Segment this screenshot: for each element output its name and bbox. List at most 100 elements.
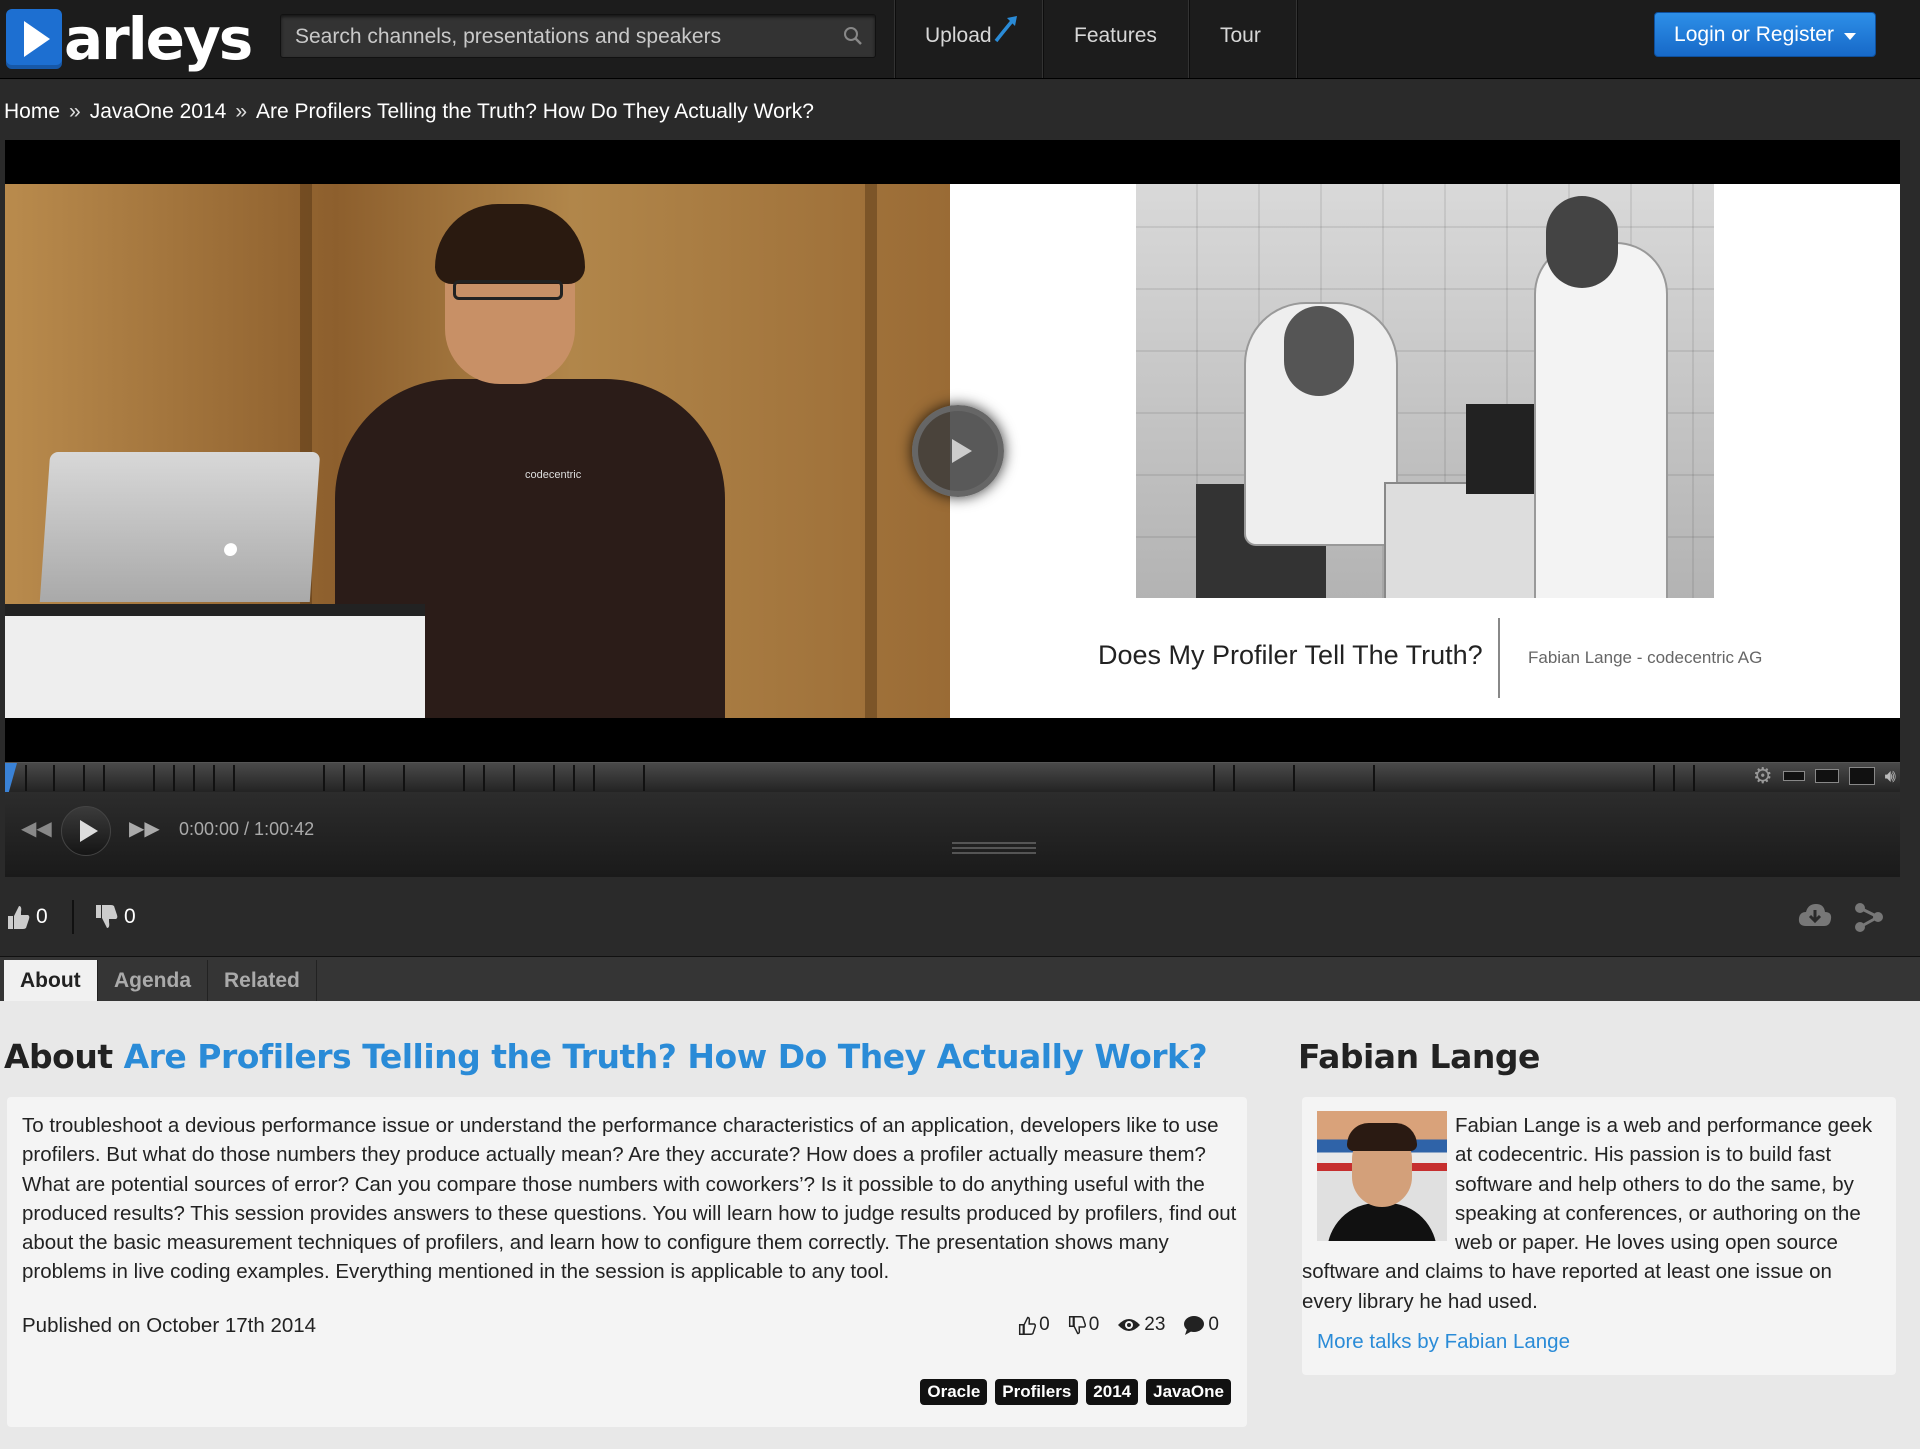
shirt-logo: codecentric (525, 469, 582, 481)
chapter-marker[interactable] (173, 765, 175, 791)
chapter-marker[interactable] (213, 765, 215, 791)
chapter-marker[interactable] (25, 765, 27, 791)
nav-upload[interactable]: Upload (925, 16, 1017, 48)
chapter-marker[interactable] (403, 765, 405, 791)
content-tabs: About Agenda Related (0, 956, 1920, 1002)
chapter-timeline[interactable]: ⚙ 🔊︎ (5, 762, 1900, 793)
more-talks-link[interactable]: More talks by Fabian Lange (1317, 1330, 1896, 1354)
chapter-marker[interactable] (573, 765, 575, 791)
chapter-marker[interactable] (53, 765, 55, 791)
vote-bar: 0 0 (0, 880, 1920, 956)
nav-features[interactable]: Features (1074, 24, 1157, 48)
chapter-marker[interactable] (1293, 765, 1295, 791)
about-heading: About Are Profilers Telling the Truth? H… (4, 1037, 1208, 1076)
chapter-marker[interactable] (1653, 765, 1655, 791)
stat-views: 23 (1117, 1314, 1165, 1336)
breadcrumb-home[interactable]: Home (4, 100, 60, 124)
parleys-logo[interactable]: arleys (6, 2, 253, 76)
stat-dislikes[interactable]: 0 (1068, 1314, 1100, 1336)
chapter-marker[interactable] (1673, 765, 1675, 791)
rewind-icon[interactable]: ◀◀ (21, 816, 52, 841)
chapter-marker[interactable] (83, 765, 85, 791)
search-icon[interactable] (843, 26, 863, 46)
speaker-panel: Fabian Lange is a web and performance ge… (1302, 1097, 1896, 1375)
laptop-image: ● (39, 452, 321, 602)
photo-seated-man-head (1284, 306, 1354, 396)
presentation-slide[interactable]: Does My Profiler Tell The Truth? Fabian … (950, 184, 1900, 718)
top-navigation-bar: arleys Upload Features Tour Login or Reg… (0, 0, 1920, 79)
search-input[interactable] (293, 15, 837, 59)
timeline-handle[interactable] (5, 763, 17, 793)
logo-text: arleys (64, 5, 253, 73)
chapter-marker[interactable] (553, 765, 555, 791)
podium-image (5, 604, 425, 718)
about-content: About Are Profilers Telling the Truth? H… (0, 1001, 1920, 1449)
tag-profilers[interactable]: Profilers (995, 1379, 1079, 1405)
chapter-marker[interactable] (643, 765, 645, 791)
breadcrumb: Home » JavaOne 2014 » Are Profilers Tell… (4, 100, 814, 124)
upload-arrow-icon (994, 16, 1017, 43)
chapter-marker[interactable] (593, 765, 595, 791)
layout-small-button[interactable] (1782, 771, 1805, 781)
speaker-avatar[interactable] (1317, 1111, 1447, 1241)
dislike-button[interactable]: 0 (94, 904, 136, 930)
layout-large-button[interactable] (1848, 767, 1875, 785)
login-register-button[interactable]: Login or Register (1654, 12, 1876, 57)
wall-panel (865, 184, 877, 718)
gear-icon[interactable]: ⚙ (1753, 765, 1773, 787)
chapter-marker[interactable] (1233, 765, 1235, 791)
chapter-marker[interactable] (513, 765, 515, 791)
big-play-button[interactable] (912, 405, 1004, 497)
chapter-marker[interactable] (1693, 765, 1695, 791)
player-tools: ⚙ 🔊︎ (1753, 765, 1896, 787)
chapter-marker[interactable] (233, 765, 235, 791)
fast-forward-icon[interactable]: ▶▶ (129, 816, 160, 841)
thumbs-up-icon (8, 906, 30, 929)
thumbs-down-outline-icon (1068, 1315, 1086, 1334)
chapter-marker[interactable] (323, 765, 325, 791)
eye-icon (1118, 1319, 1141, 1331)
presentation-description: To troubleshoot a devious performance is… (22, 1114, 1237, 1284)
stat-likes[interactable]: 0 (1018, 1314, 1050, 1336)
stat-likes-count: 0 (1039, 1314, 1050, 1335)
login-label: Login or Register (1674, 22, 1834, 46)
speaker-video[interactable]: codecentric ● (5, 184, 950, 718)
tag-javaone[interactable]: JavaOne (1146, 1379, 1231, 1405)
chapter-marker[interactable] (1213, 765, 1215, 791)
nav-tour[interactable]: Tour (1220, 24, 1261, 48)
stat-comments[interactable]: 0 (1183, 1314, 1219, 1336)
logo-play-icon (6, 9, 62, 69)
chapter-marker[interactable] (103, 765, 105, 791)
tag-2014[interactable]: 2014 (1086, 1379, 1139, 1405)
breadcrumb-separator: » (69, 100, 81, 123)
layout-medium-button[interactable] (1814, 769, 1839, 783)
share-tools (1798, 902, 1884, 932)
breadcrumb-javaone[interactable]: JavaOne 2014 (90, 100, 227, 124)
chapter-marker[interactable] (193, 765, 195, 791)
cloud-download-icon[interactable] (1798, 902, 1832, 928)
thumbs-down-icon (96, 905, 118, 928)
stat-dislikes-count: 0 (1088, 1314, 1100, 1335)
chapter-marker[interactable] (483, 765, 485, 791)
thumbs-up-outline-icon (1019, 1316, 1037, 1335)
resize-grip[interactable] (952, 842, 1036, 854)
play-button[interactable] (61, 806, 111, 856)
time-display: 0:00:00 / 1:00:42 (179, 819, 315, 839)
dislike-count: 0 (124, 905, 136, 928)
tab-about[interactable]: About (4, 960, 98, 1002)
tab-agenda[interactable]: Agenda (98, 960, 209, 1002)
presentation-title: Are Profilers Telling the Truth? How Do … (123, 1037, 1208, 1076)
tab-related[interactable]: Related (208, 960, 317, 1002)
tag-oracle[interactable]: Oracle (920, 1379, 988, 1405)
chapter-marker[interactable] (363, 765, 365, 791)
like-button[interactable]: 0 (6, 904, 48, 930)
chapter-marker[interactable] (343, 765, 345, 791)
photo-standing-man-head (1546, 196, 1618, 288)
like-count: 0 (36, 905, 48, 928)
chapter-marker[interactable] (153, 765, 155, 791)
chapter-marker[interactable] (1373, 765, 1375, 791)
breadcrumb-separator: » (235, 100, 248, 123)
chapter-marker[interactable] (463, 765, 465, 791)
share-icon[interactable] (1854, 902, 1884, 932)
volume-icon[interactable]: 🔊︎ (1885, 767, 1896, 785)
